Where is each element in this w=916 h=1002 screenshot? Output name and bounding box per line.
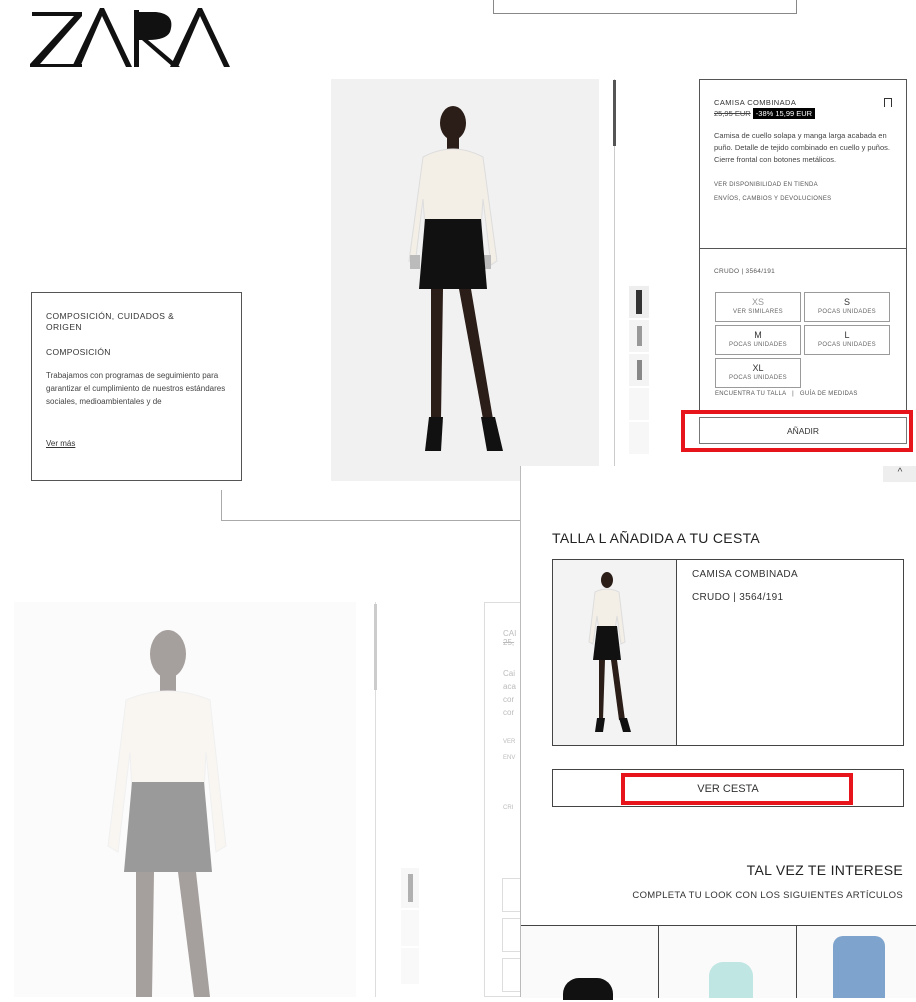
size-links-separator: |	[792, 391, 794, 397]
cart-added-panel: ^ TALLA L AÑADIDA A TU CESTA CAMISA COMB…	[520, 466, 916, 1000]
size-m[interactable]: M POCAS UNIDADES	[715, 325, 801, 355]
cart-item-image[interactable]	[553, 560, 677, 745]
background-thumbnails	[401, 868, 423, 988]
suggestion-item-2[interactable]	[659, 926, 797, 998]
composition-panel: COMPOSICIÓN, CUIDADOS & ORIGEN COMPOSICI…	[31, 292, 242, 481]
suggestion-row	[521, 925, 916, 1000]
thumbnail-4[interactable]	[629, 388, 649, 420]
search-box[interactable]	[493, 0, 797, 14]
size-l-note: POCAS UNIDADES	[818, 342, 876, 348]
background-size-box-3	[502, 958, 522, 992]
product-main-image[interactable]	[331, 79, 599, 481]
cart-item-name: CAMISA COMBINADA	[692, 569, 798, 580]
close-icon[interactable]: ^	[883, 466, 916, 482]
discount-label: -38%	[755, 109, 774, 118]
size-links-row: ENCUENTRA TU TALLA | GUÍA DE MEDIDAS	[715, 391, 858, 397]
availability-link[interactable]: VER DISPONIBILIDAD EN TIENDA	[714, 182, 892, 188]
size-xl-label: XL	[752, 363, 764, 373]
cart-heading: TALLA L AÑADIDA A TU CESTA	[552, 530, 761, 546]
size-l[interactable]: L POCAS UNIDADES	[804, 325, 890, 355]
cart-item-ref: CRUDO | 3564/191	[692, 592, 784, 603]
composition-subtitle: COMPOSICIÓN	[46, 347, 111, 357]
size-s-label: S	[843, 297, 850, 307]
suggest-title: TAL VEZ TE INTERESE	[746, 862, 903, 878]
bookmark-icon[interactable]	[884, 98, 892, 107]
size-xs-label: XS	[751, 297, 764, 307]
background-size-box-2	[502, 918, 522, 952]
composition-body: Trabajamos con programas de seguimiento …	[46, 371, 226, 406]
thumbnail-2[interactable]	[629, 320, 649, 352]
size-s-note: POCAS UNIDADES	[818, 309, 876, 315]
size-m-label: M	[754, 330, 762, 340]
size-xs[interactable]: XS VER SIMILARES	[715, 292, 801, 322]
shipping-link[interactable]: ENVÍOS, CAMBIOS Y DEVOLUCIONES	[714, 196, 892, 202]
background-scrollbar	[374, 604, 377, 690]
price-row: 25,95 EUR -38% 15,99 EUR	[714, 108, 892, 119]
suggest-subtitle: COMPLETA TU LOOK CON LOS SIGUIENTES ARTÍ…	[632, 890, 903, 901]
size-guide-link[interactable]: GUÍA DE MEDIDAS	[800, 391, 858, 397]
suggestion-item-3[interactable]	[797, 926, 916, 998]
background-search-box	[221, 490, 521, 521]
add-button-highlight	[681, 410, 913, 452]
gallery-scrollbar[interactable]	[613, 80, 616, 146]
background-size-box-1	[502, 878, 522, 912]
color-ref: CRUDO | 3564/191	[714, 268, 776, 275]
size-s[interactable]: S POCAS UNIDADES	[804, 292, 890, 322]
thumbnail-strip[interactable]	[629, 286, 653, 482]
find-size-link[interactable]: ENCUENTRA TU TALLA	[715, 391, 786, 397]
cart-item-card: CAMISA COMBINADA CRUDO | 3564/191	[552, 559, 904, 746]
size-xl[interactable]: XL POCAS UNIDADES	[715, 358, 801, 388]
old-price: 25,95 EUR	[714, 109, 751, 118]
size-xl-note: POCAS UNIDADES	[729, 375, 787, 381]
size-m-note: POCAS UNIDADES	[729, 342, 787, 348]
composition-title: COMPOSICIÓN, CUIDADOS & ORIGEN	[46, 311, 175, 332]
size-xs-note: VER SIMILARES	[733, 309, 783, 315]
price-highlight: -38% 15,99 EUR	[752, 108, 816, 119]
view-cart-highlight	[621, 773, 853, 805]
product-name: CAMISA COMBINADA	[714, 98, 797, 107]
background-product-image	[14, 602, 356, 997]
product-description: Camisa de cuello solapa y manga larga ac…	[714, 131, 890, 164]
current-price: 15,99 EUR	[775, 109, 813, 118]
thumbnail-3[interactable]	[629, 354, 649, 386]
suggestion-item-1[interactable]	[521, 926, 659, 1000]
thumbnail-1[interactable]	[629, 286, 649, 318]
size-l-label: L	[844, 330, 850, 340]
zara-logo[interactable]	[30, 4, 230, 68]
ver-mas-link[interactable]: Ver más	[46, 439, 227, 448]
product-info-panel: CAMISA COMBINADA 25,95 EUR -38% 15,99 EU…	[699, 79, 907, 249]
size-panel: CRUDO | 3564/191 XS VER SIMILARES S POCA…	[699, 248, 907, 412]
thumbnail-5[interactable]	[629, 422, 649, 454]
